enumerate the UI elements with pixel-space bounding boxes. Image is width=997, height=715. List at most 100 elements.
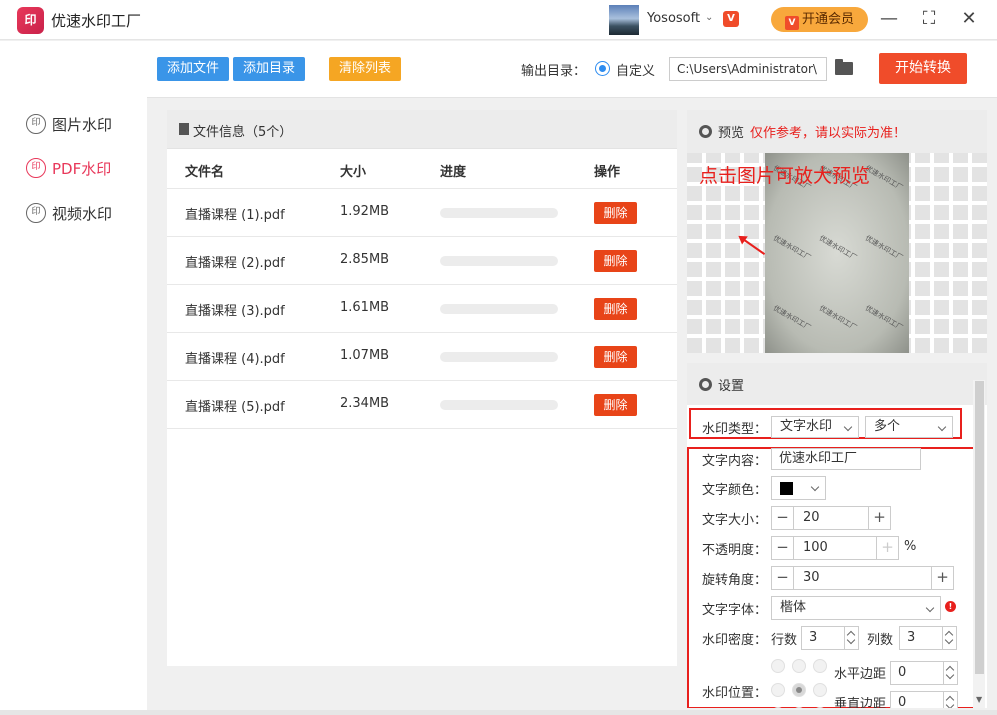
clear-list-button[interactable]: 清除列表 [329, 57, 401, 81]
font-value: 楷体 [780, 600, 807, 615]
text-size-label: 文字大小： [702, 513, 768, 528]
position-dot-center[interactable] [792, 683, 806, 697]
user-avatar[interactable] [609, 5, 639, 35]
percent-unit: % [904, 539, 917, 554]
file-name: 直播课程 (3).pdf [185, 304, 285, 319]
cols-value[interactable]: 3 [907, 630, 915, 645]
watermark-text: 优速水印工厂 [771, 304, 813, 332]
watermark-type-label: 水印类型： [702, 422, 768, 437]
watermark-text: 优速水印工厂 [817, 304, 859, 332]
output-path-input[interactable]: C:\Users\Administrator\ [669, 57, 827, 81]
sidebar: 印 图片水印 印 PDF水印 印 视频水印 [0, 41, 147, 715]
text-color-label: 文字颜色： [702, 483, 768, 498]
chevron-down-icon[interactable]: ⌄ [705, 12, 713, 23]
chevron-down-icon[interactable] [945, 700, 955, 708]
add-folder-button[interactable]: 添加目录 [233, 57, 305, 81]
delete-button[interactable]: 删除 [594, 346, 637, 368]
file-size: 2.85MB [340, 252, 390, 267]
delete-button[interactable]: 删除 [594, 298, 637, 320]
increment-button[interactable]: + [931, 567, 953, 589]
spinner-arrows[interactable] [943, 692, 957, 708]
sidebar-item-label: 图片水印 [52, 115, 113, 134]
progress-bar [440, 208, 558, 218]
text-color-picker[interactable] [771, 476, 826, 500]
v-margin-value[interactable]: 0 [898, 695, 906, 708]
chevron-down-icon[interactable] [944, 635, 954, 645]
sidebar-item-image-watermark[interactable]: 印 图片水印 [26, 112, 112, 136]
chevron-down-icon [843, 422, 853, 432]
alert-icon[interactable]: ! [945, 601, 956, 612]
progress-bar [440, 400, 558, 410]
rows-spinner[interactable]: 3 [801, 626, 859, 650]
output-custom-label[interactable]: 自定义 [616, 60, 655, 79]
scroll-down-icon[interactable]: ▼ [976, 695, 982, 704]
increment-button[interactable]: + [876, 537, 898, 559]
text-content-input[interactable]: 优速水印工厂 [771, 448, 921, 470]
column-header-name: 文件名 [185, 165, 225, 180]
minimize-icon[interactable]: — [878, 7, 900, 31]
chevron-down-icon[interactable] [846, 635, 856, 645]
chevron-down-icon [937, 422, 947, 432]
position-dot-top-right[interactable] [813, 659, 827, 673]
spinner-arrows[interactable] [844, 627, 858, 649]
text-size-value[interactable]: 20 [803, 510, 820, 525]
sidebar-item-video-watermark[interactable]: 印 视频水印 [26, 201, 112, 225]
vip-badge-icon: V [723, 11, 739, 27]
close-icon[interactable]: ✕ [958, 7, 980, 31]
decrement-button[interactable]: − [772, 507, 794, 529]
watermark-mode-select[interactable]: 多个 [865, 416, 953, 438]
maximize-icon[interactable]: ⛶ [918, 7, 940, 31]
rotation-stepper[interactable]: − 30 + [771, 566, 954, 590]
position-label: 水印位置： [702, 686, 768, 701]
preview-panel: 预览 仅作参考，请以实际为准！ 优速水印工厂 优速水印工厂 优速水印工厂 优速水… [687, 110, 987, 353]
divider [167, 428, 677, 429]
add-file-button[interactable]: 添加文件 [157, 57, 229, 81]
title-bar: 印 优速水印工厂 Yososoft ⌄ V V 开通会员 — ⛶ ✕ [0, 0, 997, 40]
rows-label: 行数 [771, 633, 798, 648]
table-row: 直播课程 (2).pdf 2.85MB 删除 [167, 236, 677, 284]
settings-header: 设置 [687, 363, 987, 405]
file-size: 1.07MB [340, 348, 390, 363]
decrement-button[interactable]: − [772, 567, 794, 589]
delete-button[interactable]: 删除 [594, 250, 637, 272]
rotation-value[interactable]: 30 [803, 570, 820, 585]
scrollbar-thumb[interactable] [975, 381, 984, 674]
start-convert-button[interactable]: 开始转换 [879, 53, 967, 84]
vip-button-label: 开通会员 [801, 12, 854, 27]
file-size: 2.34MB [340, 396, 390, 411]
table-row: 直播课程 (4).pdf 1.07MB 删除 [167, 332, 677, 380]
table-row: 直播课程 (3).pdf 1.61MB 删除 [167, 284, 677, 332]
chevron-down-icon[interactable] [945, 670, 955, 680]
position-dot-top-left[interactable] [771, 659, 785, 673]
opacity-stepper[interactable]: − 100 + [771, 536, 899, 560]
preview-hint: 点击图片可放大预览 [699, 165, 871, 187]
username[interactable]: Yososoft [647, 11, 700, 26]
position-dot-top-center[interactable] [792, 659, 806, 673]
delete-button[interactable]: 删除 [594, 394, 637, 416]
font-select[interactable]: 楷体 [771, 596, 941, 620]
file-name: 直播课程 (1).pdf [185, 208, 285, 223]
window-bottom-edge [0, 710, 997, 715]
output-custom-radio[interactable] [595, 61, 610, 76]
preview-note: 仅作参考，请以实际为准！ [750, 126, 907, 141]
vip-button[interactable]: V 开通会员 [771, 7, 868, 32]
h-margin-spinner[interactable]: 0 [890, 661, 958, 685]
text-size-stepper[interactable]: − 20 + [771, 506, 891, 530]
delete-button[interactable]: 删除 [594, 202, 637, 224]
increment-button[interactable]: + [868, 507, 890, 529]
spinner-arrows[interactable] [943, 662, 957, 684]
rows-value[interactable]: 3 [809, 630, 817, 645]
h-margin-value[interactable]: 0 [898, 665, 906, 680]
spinner-arrows[interactable] [942, 627, 956, 649]
watermark-text: 优速水印工厂 [771, 234, 813, 262]
v-margin-spinner[interactable]: 0 [890, 691, 958, 708]
sidebar-item-pdf-watermark[interactable]: 印 PDF水印 [26, 156, 111, 180]
preview-area[interactable]: 优速水印工厂 优速水印工厂 优速水印工厂 优速水印工厂 优速水印工厂 优速水印工… [687, 153, 987, 353]
decrement-button[interactable]: − [772, 537, 794, 559]
watermark-type-select[interactable]: 文字水印 [771, 416, 859, 438]
position-dot-middle-left[interactable] [771, 683, 785, 697]
folder-icon[interactable] [835, 59, 853, 75]
opacity-value[interactable]: 100 [803, 540, 828, 555]
cols-spinner[interactable]: 3 [899, 626, 957, 650]
position-dot-middle-right[interactable] [813, 683, 827, 697]
